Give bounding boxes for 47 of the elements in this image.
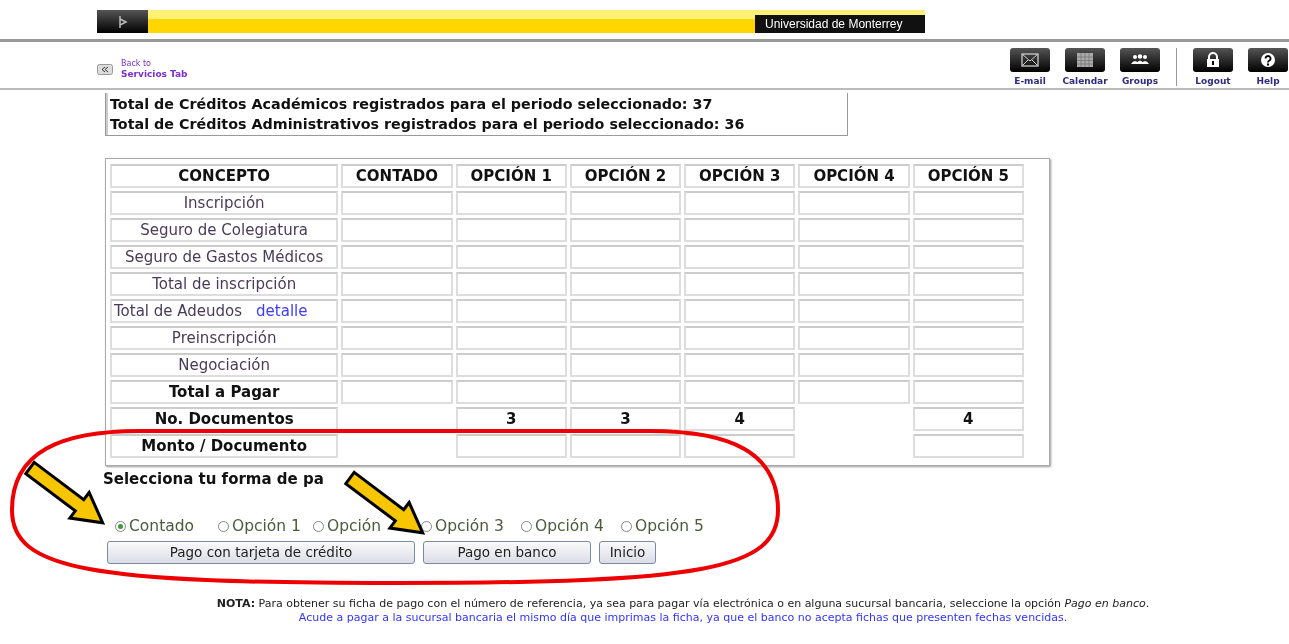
credits-text: Total de Créditos Administrativos registrados para el periodo seleccionado: 36 [110, 115, 746, 134]
radio-label[interactable]: Opción 4 [535, 514, 604, 538]
column-header: OPCIÓN 5 [912, 164, 1024, 188]
table-cell: 3 [455, 407, 567, 431]
table-cell: 4 [684, 407, 796, 431]
play-icon [117, 14, 128, 29]
reminder-text: Acude a pagar a la sucursal bancaria el mismo día que imprimas la ficha, ya que el banco no acepta fichas que presenten fechas vencidas. [297, 610, 1069, 625]
radio-button[interactable] [521, 520, 532, 532]
radio-label[interactable]: Opción 3 [435, 514, 504, 538]
calendar-icon [1074, 52, 1096, 68]
radio-label[interactable]: Opción [327, 514, 382, 538]
row-label-cell: Seguro de Gastos Médicos [110, 245, 339, 269]
payment-button[interactable]: Pago con tarjeta de crédito [107, 540, 415, 564]
row-label-cell: No. Documentos [110, 407, 339, 431]
prompt-text: Selecciona tu forma de pa [103, 469, 325, 490]
column-header: OPCIÓN 1 [455, 164, 567, 188]
detail-link[interactable]: detalle [256, 302, 308, 320]
column-header: OPCIÓN 2 [569, 164, 682, 188]
credits-text: Total de Créditos Académicos registrados para el periodo seleccionado: 37 [110, 95, 714, 114]
radio-button[interactable] [313, 520, 324, 532]
row-label-cell: Total a Pagar [110, 380, 339, 404]
radio-label[interactable]: Opción 5 [635, 514, 704, 538]
back-link[interactable]: Back to Servicios Tab [121, 58, 188, 80]
radio-button[interactable] [621, 520, 632, 532]
row-label-cell: Seguro de Colegiatura [110, 218, 339, 242]
row-label-cell: Preinscripción [110, 326, 339, 350]
row-label-cell: Inscripción [110, 191, 339, 215]
column-header: OPCIÓN 4 [798, 164, 910, 188]
radio-label[interactable]: Contado [129, 514, 195, 538]
radio-label[interactable]: Opción 1 [232, 514, 301, 538]
row-label-cell: Monto / Documento [110, 434, 339, 458]
banner-title: Universidad de Monterrey [755, 15, 925, 33]
column-header: CONTADO [341, 164, 453, 188]
payment-button[interactable]: Pago en banco [423, 540, 591, 564]
back-icon [97, 63, 113, 75]
column-header: OPCIÓN 3 [684, 164, 796, 188]
table-cell: 3 [569, 407, 682, 431]
note-text: NOTA: Para obtener su ficha de pago con el número de referencia, ya sea para pagar vía electrónica o en alguna sucursal bancaria, seleccione la opción Pago en banco. [215, 596, 1151, 611]
payment-button[interactable]: Inicio [599, 540, 656, 564]
column-header: CONCEPTO [110, 164, 339, 188]
radio-button[interactable] [115, 520, 126, 532]
mail-icon [1019, 52, 1041, 68]
table-cell: 4 [912, 407, 1024, 431]
row-label-cell: Negociación [110, 353, 339, 377]
row-label-cell: Total de inscripción [110, 272, 339, 296]
radio-button[interactable] [218, 520, 229, 532]
row-label: Total de Adeudos [114, 302, 243, 320]
